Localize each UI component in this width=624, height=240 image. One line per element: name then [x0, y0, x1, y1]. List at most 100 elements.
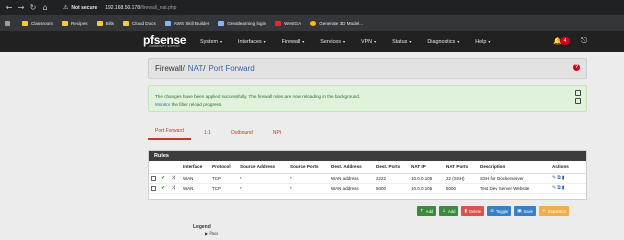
browser-chrome: ← → ↻ ⌂ ⚠ Not secure 192.168.50.178/fire…: [0, 0, 624, 31]
logout-icon[interactable]: ⎋: [581, 36, 587, 46]
edit-icon[interactable]: ✎: [552, 185, 556, 191]
alert-close-icon[interactable]: [575, 90, 581, 96]
back-icon[interactable]: ←: [3, 3, 15, 12]
table-header-row: Interface Protocol Source Address Source…: [149, 161, 586, 174]
menu-vpn[interactable]: VPN ▾: [361, 39, 376, 45]
bookmark-westga[interactable]: WestGA: [275, 20, 301, 26]
bookmark-bills[interactable]: Bills: [96, 20, 114, 26]
caret-down-icon: ▾: [342, 38, 345, 44]
reload-icon[interactable]: ↻: [27, 3, 39, 12]
bookmark-label: Cloud Docs: [132, 20, 156, 26]
caret-down-icon: ▾: [409, 38, 412, 44]
cell-interface: WAN: [181, 183, 210, 194]
cell-source-address: *: [238, 173, 288, 184]
url-host: 192.168.50.178: [105, 4, 140, 11]
notification-badge[interactable]: 4: [560, 37, 570, 45]
menu-status[interactable]: Status ▾: [392, 39, 411, 45]
col-description[interactable]: Description: [478, 161, 550, 174]
row-status[interactable]: ✔: [159, 183, 169, 194]
col-nat-ports[interactable]: NAT Ports: [444, 161, 478, 174]
table-row[interactable]: ✔ ⤨ WAN TCP * * WAN address 2222 10.0.0.…: [149, 173, 586, 184]
check-icon[interactable]: ✔: [161, 175, 165, 181]
ban-icon: ⊘: [490, 208, 494, 214]
copy-icon[interactable]: ⧉: [557, 185, 561, 191]
col-source-ports[interactable]: Source Ports: [288, 161, 329, 174]
bookmark-cloud-docs[interactable]: Cloud Docs: [123, 20, 156, 26]
tab-one-to-one[interactable]: 1:1: [197, 130, 218, 140]
separator-button[interactable]: + Separator: [539, 206, 570, 216]
row-checkbox[interactable]: [151, 175, 156, 181]
toggle-button[interactable]: ⊘ Toggle: [487, 206, 512, 216]
row-status[interactable]: ✔: [159, 173, 169, 184]
edit-icon[interactable]: ✎: [552, 175, 556, 181]
pfsense-logo[interactable]: pfsense COMMUNITY EDITION: [143, 32, 191, 50]
url-field[interactable]: 192.168.50.178/firewall_nat.php: [105, 5, 176, 11]
bookmark-generate-3d[interactable]: Generate 3D Model...: [310, 20, 363, 26]
menu-label: Diagnostics: [427, 38, 456, 45]
rules-table: Interface Protocol Source Address Source…: [149, 161, 586, 194]
bookmark-aws[interactable]: AWS Skill Builder: [164, 20, 210, 26]
copy-icon[interactable]: ⧉: [557, 175, 561, 181]
row-select[interactable]: [149, 183, 159, 194]
trash-icon: ▮: [464, 208, 467, 214]
col-protocol[interactable]: Protocol: [210, 161, 238, 174]
caret-down-icon: ▾: [457, 38, 460, 44]
alert-line-2-rest: the filter reload progress.: [170, 102, 223, 107]
menu-help[interactable]: Help ▾: [475, 39, 490, 45]
breadcrumb-firewall[interactable]: Firewall: [155, 64, 183, 73]
arrow-down-icon: ↓: [442, 208, 447, 214]
apps-grid-icon: [5, 20, 10, 26]
cell-description: Test Dev Server Website: [478, 183, 550, 194]
menu-diagnostics[interactable]: Diagnostics ▾: [427, 39, 459, 45]
bookmark-greatlearning[interactable]: Greatlearning login: [218, 20, 266, 26]
col-interface[interactable]: Interface: [181, 161, 210, 174]
cell-source-ports: *: [288, 173, 329, 184]
breadcrumb: Firewall / NAT / Port Forward: [148, 58, 587, 79]
menu-system[interactable]: System ▾: [200, 39, 222, 45]
breadcrumb-nat[interactable]: NAT: [188, 64, 203, 73]
delete-button[interactable]: ▮ Delete: [461, 206, 485, 216]
row-checkbox[interactable]: [151, 185, 156, 191]
monitor-link[interactable]: Monitor: [155, 102, 170, 107]
bookmark-classroom[interactable]: Classroom: [22, 20, 53, 26]
cell-dest-ports: 5000: [374, 183, 409, 194]
forward-icon[interactable]: →: [15, 3, 27, 12]
cell-interface: WAN: [181, 173, 210, 184]
home-icon[interactable]: ⌂: [39, 3, 51, 12]
plus-icon: +: [542, 208, 546, 214]
trash-icon[interactable]: ▮: [562, 175, 565, 181]
menu-label: Services: [320, 38, 341, 45]
save-button[interactable]: ▣ Save: [514, 206, 536, 216]
apps-bookmark[interactable]: [5, 20, 13, 26]
alert-message: The changes have been applied successful…: [155, 93, 360, 109]
check-icon[interactable]: ✔: [161, 185, 165, 191]
bookmark-label: AWS Skill Builder: [173, 20, 210, 26]
col-nat-type: [169, 161, 181, 174]
nat-tabs: Port Forward 1:1 Outbound NPt: [148, 124, 587, 140]
add-bottom-button[interactable]: ↓ Add: [439, 206, 459, 216]
add-top-button[interactable]: ↑ Add: [417, 206, 437, 216]
security-indicator[interactable]: ⚠ Not secure: [63, 4, 97, 11]
col-source-address[interactable]: Source Address: [238, 161, 288, 174]
tab-port-forward[interactable]: Port Forward: [148, 128, 191, 140]
menu-services[interactable]: Services ▾: [320, 39, 345, 45]
col-dest-address[interactable]: Dest. Address: [329, 161, 374, 174]
row-select[interactable]: [149, 173, 159, 184]
caret-down-icon: ▾: [219, 38, 222, 44]
folder-icon: [22, 20, 28, 26]
trash-icon[interactable]: ▮: [562, 185, 565, 191]
menu-interfaces[interactable]: Interfaces ▾: [238, 39, 266, 45]
col-dest-ports[interactable]: Dest. Ports: [374, 161, 409, 174]
menu-firewall[interactable]: Firewall ▾: [282, 39, 305, 45]
tab-npt[interactable]: NPt: [266, 130, 288, 140]
button-label: Toggle: [495, 208, 509, 214]
alert-close-icon[interactable]: [575, 98, 581, 104]
breadcrumb-port-forward[interactable]: Port Forward: [208, 64, 254, 73]
bookmark-recipes[interactable]: Recipes: [61, 20, 88, 26]
col-nat-ip[interactable]: NAT IP: [409, 161, 444, 174]
table-row[interactable]: ✔ ⤨ WAN TCP * * WAN address 5000 10.0.0.…: [149, 183, 586, 194]
shuffle-icon: ⤨: [171, 175, 176, 181]
help-icon[interactable]: ?: [573, 64, 580, 71]
tab-outbound[interactable]: Outbound: [224, 130, 260, 140]
alert-line-1: The changes have been applied successful…: [155, 94, 361, 99]
